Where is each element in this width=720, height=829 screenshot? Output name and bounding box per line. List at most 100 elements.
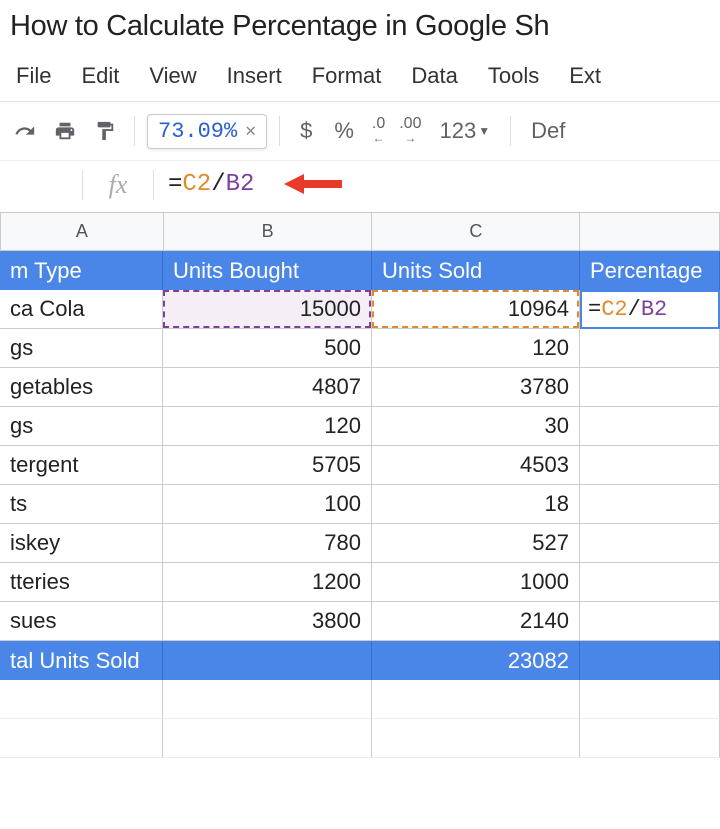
cell[interactable]: 780 <box>163 524 372 563</box>
column-header-c[interactable]: C <box>372 213 580 251</box>
table-row: tteries 1200 1000 <box>0 563 720 602</box>
fx-label: fx <box>83 170 153 200</box>
table-header-row: m Type Units Bought Units Sold Percentag… <box>0 251 720 290</box>
formula-b2-ref: B2 <box>226 171 255 198</box>
cell-c2-referenced[interactable]: 10964 <box>372 290 580 329</box>
column-header-a[interactable]: A <box>1 213 164 251</box>
table-row <box>0 719 720 758</box>
cell[interactable]: 120 <box>372 329 580 368</box>
cell[interactable]: 2140 <box>372 602 580 641</box>
formula-result-hint: 73.09% ✕ <box>147 114 267 149</box>
cell[interactable]: gs <box>0 407 163 446</box>
cell[interactable]: 3780 <box>372 368 580 407</box>
menu-edit[interactable]: Edit <box>71 59 129 93</box>
menu-tools[interactable]: Tools <box>478 59 549 93</box>
font-selector[interactable]: Def <box>523 118 573 144</box>
cell[interactable] <box>580 641 720 680</box>
cell[interactable]: 30 <box>372 407 580 446</box>
cell[interactable] <box>372 680 580 719</box>
cell[interactable]: 4807 <box>163 368 372 407</box>
percent-format-button[interactable]: % <box>326 118 362 144</box>
hint-close-icon[interactable]: ✕ <box>245 120 256 142</box>
cell[interactable] <box>372 719 580 758</box>
cell[interactable]: 527 <box>372 524 580 563</box>
table-row <box>0 680 720 719</box>
cell[interactable] <box>580 446 720 485</box>
cell[interactable]: ts <box>0 485 163 524</box>
cell-b2-referenced[interactable]: 15000 <box>163 290 372 329</box>
print-icon[interactable] <box>48 114 82 148</box>
cell[interactable]: 3800 <box>163 602 372 641</box>
menu-insert[interactable]: Insert <box>217 59 292 93</box>
currency-format-button[interactable]: $ <box>292 118 320 144</box>
cell[interactable] <box>580 680 720 719</box>
toolbar-separator <box>134 116 135 146</box>
menu-format[interactable]: Format <box>302 59 392 93</box>
cell-editing[interactable]: =C2/B2 <box>580 290 720 329</box>
cell[interactable]: tergent <box>0 446 163 485</box>
cell[interactable] <box>0 680 163 719</box>
table-row: sues 3800 2140 <box>0 602 720 641</box>
cell[interactable] <box>580 329 720 368</box>
cell[interactable]: 100 <box>163 485 372 524</box>
total-value[interactable]: 23082 <box>372 641 580 680</box>
menu-bar: File Edit View Insert Format Data Tools … <box>0 53 720 101</box>
cell[interactable]: 18 <box>372 485 580 524</box>
header-percentage[interactable]: Percentage <box>580 251 720 290</box>
formula-c2-ref: C2 <box>182 171 211 198</box>
cell[interactable]: tteries <box>0 563 163 602</box>
menu-file[interactable]: File <box>6 59 61 93</box>
cell[interactable]: 500 <box>163 329 372 368</box>
column-headers: A B C <box>0 213 720 251</box>
number-format-button[interactable]: 123▼ <box>431 118 498 144</box>
cell[interactable]: 120 <box>163 407 372 446</box>
total-label[interactable]: tal Units Sold <box>0 641 163 680</box>
cell[interactable] <box>580 563 720 602</box>
cell[interactable] <box>163 641 372 680</box>
formula-input[interactable]: =C2/B2 <box>154 171 254 198</box>
cell[interactable]: 5705 <box>163 446 372 485</box>
annotation-arrow-icon <box>284 169 344 199</box>
cell[interactable]: iskey <box>0 524 163 563</box>
cell[interactable] <box>580 407 720 446</box>
toolbar: 73.09% ✕ $ % .0← .00→ 123▼ Def <box>0 102 720 160</box>
toolbar-separator <box>279 116 280 146</box>
menu-extensions[interactable]: Ext <box>559 59 611 93</box>
menu-view[interactable]: View <box>139 59 206 93</box>
menu-data[interactable]: Data <box>401 59 467 93</box>
spreadsheet-grid: A B C m Type Units Bought Units Sold Per… <box>0 212 720 758</box>
cell[interactable] <box>580 368 720 407</box>
cell[interactable]: sues <box>0 602 163 641</box>
header-item-type[interactable]: m Type <box>0 251 163 290</box>
table-row: iskey 780 527 <box>0 524 720 563</box>
total-row: tal Units Sold 23082 <box>0 641 720 680</box>
cell[interactable]: 1000 <box>372 563 580 602</box>
hint-value: 73.09% <box>158 119 237 144</box>
slash: / <box>211 171 225 198</box>
toolbar-separator <box>510 116 511 146</box>
table-row: gs 120 30 <box>0 407 720 446</box>
table-row: tergent 5705 4503 <box>0 446 720 485</box>
cell[interactable] <box>0 719 163 758</box>
cell[interactable]: ca Cola <box>0 290 163 329</box>
cell[interactable]: 4503 <box>372 446 580 485</box>
cell[interactable] <box>580 485 720 524</box>
cell[interactable] <box>580 524 720 563</box>
cell[interactable] <box>580 719 720 758</box>
cell[interactable]: getables <box>0 368 163 407</box>
header-units-sold[interactable]: Units Sold <box>372 251 580 290</box>
cell[interactable]: gs <box>0 329 163 368</box>
column-header-b[interactable]: B <box>164 213 373 251</box>
cell[interactable]: 1200 <box>163 563 372 602</box>
column-header-d[interactable] <box>580 213 720 251</box>
table-row: getables 4807 3780 <box>0 368 720 407</box>
header-units-bought[interactable]: Units Bought <box>163 251 372 290</box>
redo-icon[interactable] <box>8 114 42 148</box>
cell[interactable] <box>163 680 372 719</box>
cell[interactable] <box>163 719 372 758</box>
increase-decimal-button[interactable]: .00→ <box>395 117 425 145</box>
cell[interactable] <box>580 602 720 641</box>
paint-format-icon[interactable] <box>88 114 122 148</box>
decrease-decimal-button[interactable]: .0← <box>368 117 389 145</box>
table-row: ts 100 18 <box>0 485 720 524</box>
